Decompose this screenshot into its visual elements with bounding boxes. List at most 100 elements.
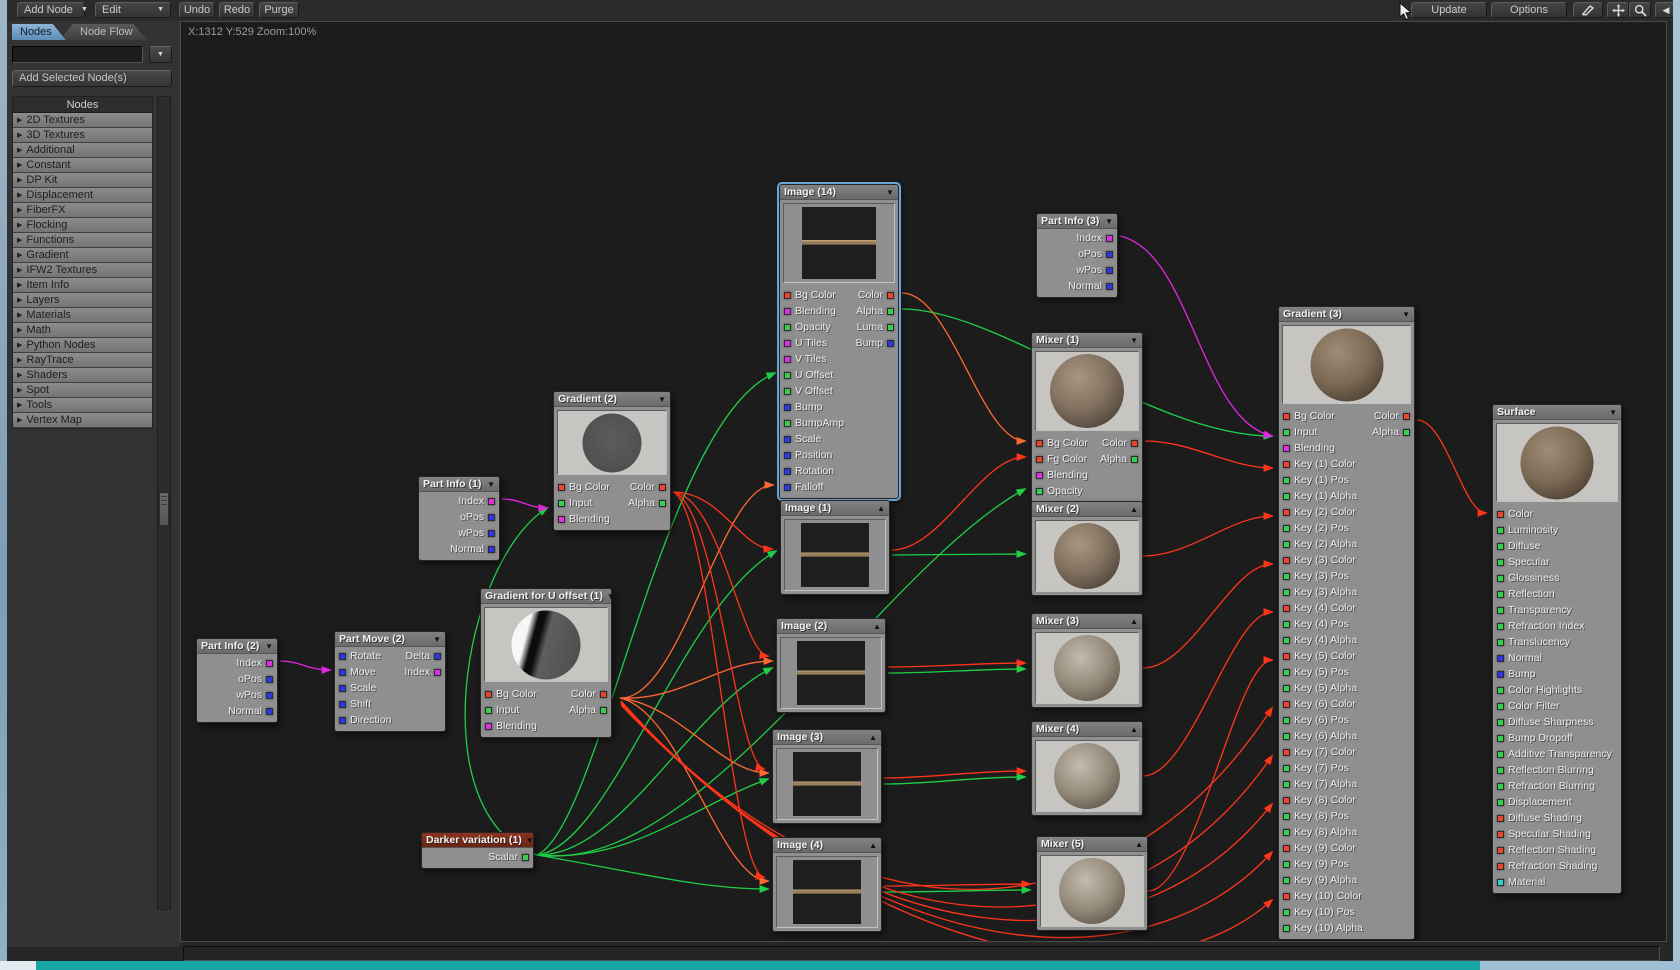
input-port-blending[interactable]	[485, 723, 492, 730]
node-title-bar[interactable]: Part Info (2)▼	[197, 639, 277, 654]
input-port-key-8-pos[interactable]	[1283, 813, 1290, 820]
sidebar-item-raytrace[interactable]: ▶RayTrace	[13, 353, 152, 368]
input-port-scale[interactable]	[339, 685, 346, 692]
input-port-u-offset[interactable]	[784, 372, 791, 379]
input-port-key-10-color[interactable]	[1283, 893, 1290, 900]
expand-node-icon[interactable]: ▲	[877, 504, 885, 513]
node-mixer-1[interactable]: Mixer (1)▼Bg ColorColorFg ColorAlphaBlen…	[1031, 332, 1143, 503]
expand-node-icon[interactable]: ▲	[1130, 505, 1138, 514]
node-image-3[interactable]: Image (3)▲	[772, 729, 882, 824]
collapse-node-icon[interactable]: ▼	[1105, 217, 1113, 226]
node-mixer-2[interactable]: Mixer (2)▲	[1031, 501, 1143, 596]
expand-node-icon[interactable]: ▲	[1135, 840, 1143, 849]
sidebar-item-ifw2-textures[interactable]: ▶IFW2 Textures	[13, 263, 152, 278]
output-port-luma[interactable]	[887, 324, 894, 331]
node-title-bar[interactable]: Gradient (2)▼	[554, 392, 670, 407]
input-port-reflection[interactable]	[1497, 591, 1504, 598]
input-port-diffuse-sharpness[interactable]	[1497, 719, 1504, 726]
input-port-bg-color[interactable]	[1283, 413, 1290, 420]
options-button[interactable]: Options	[1491, 2, 1567, 18]
input-port-bg-color[interactable]	[1036, 440, 1043, 447]
sidebar-item-2d-textures[interactable]: ▶2D Textures	[13, 113, 152, 128]
expand-node-icon[interactable]: ▲	[869, 841, 877, 850]
input-port-key-9-pos[interactable]	[1283, 861, 1290, 868]
input-port-key-4-alpha[interactable]	[1283, 637, 1290, 644]
add-selected-nodes-button[interactable]: Add Selected Node(s)	[12, 70, 172, 87]
collapse-node-icon[interactable]: ▼	[658, 395, 666, 404]
node-title-bar[interactable]: Image (1)▲	[781, 501, 889, 516]
output-port-delta[interactable]	[434, 653, 441, 660]
output-port-wpos[interactable]	[1106, 267, 1113, 274]
collapse-node-icon[interactable]: ▼	[487, 480, 495, 489]
node-title-bar[interactable]: Mixer (3)▲	[1032, 614, 1142, 629]
input-port-key-10-alpha[interactable]	[1283, 925, 1290, 932]
input-port-key-5-color[interactable]	[1283, 653, 1290, 660]
input-port-color[interactable]	[1497, 511, 1504, 518]
input-port-diffuse[interactable]	[1497, 543, 1504, 550]
input-port-input[interactable]	[1283, 429, 1290, 436]
input-port-opacity[interactable]	[784, 324, 791, 331]
input-port-shift[interactable]	[339, 701, 346, 708]
sidebar-item-displacement[interactable]: ▶Displacement	[13, 188, 152, 203]
node-surface[interactable]: Surface▼ColorLuminosityDiffuseSpecularGl…	[1492, 404, 1622, 894]
horizontal-scroll-track[interactable]	[183, 946, 1660, 961]
pan-tool-button[interactable]	[1607, 2, 1629, 18]
sidebar-item-layers[interactable]: ▶Layers	[13, 293, 152, 308]
output-port-alpha[interactable]	[600, 707, 607, 714]
node-gradient-u-offset-1[interactable]: Gradient for U offset (1)▼Bg ColorColorI…	[480, 588, 612, 738]
output-port-color[interactable]	[887, 292, 894, 299]
node-part-info-1[interactable]: Part Info (1)▼IndexoPoswPosNormal	[418, 476, 500, 561]
input-port-reflection-shading[interactable]	[1497, 847, 1504, 854]
sidebar-item-dp-kit[interactable]: ▶DP Kit	[13, 173, 152, 188]
input-port-key-7-alpha[interactable]	[1283, 781, 1290, 788]
input-port-position[interactable]	[784, 452, 791, 459]
input-port-translucency[interactable]	[1497, 639, 1504, 646]
tab-node-flow[interactable]: Node Flow	[60, 24, 147, 40]
output-port-color[interactable]	[600, 691, 607, 698]
sidebar-item-spot[interactable]: ▶Spot	[13, 383, 152, 398]
input-port-color-highlights[interactable]	[1497, 687, 1504, 694]
sidebar-item-fiberfx[interactable]: ▶FiberFX	[13, 203, 152, 218]
input-port-key-4-color[interactable]	[1283, 605, 1290, 612]
input-port-bg-color[interactable]	[485, 691, 492, 698]
sidebar-item-flocking[interactable]: ▶Flocking	[13, 218, 152, 233]
output-port-bump[interactable]	[887, 340, 894, 347]
input-port-input[interactable]	[485, 707, 492, 714]
input-port-direction[interactable]	[339, 717, 346, 724]
node-title-bar[interactable]: Image (14)▼	[780, 185, 898, 200]
node-image-4[interactable]: Image (4)▲	[772, 837, 882, 932]
node-title-bar[interactable]: Gradient for U offset (1)▼	[481, 589, 611, 604]
pen-tool-button[interactable]	[1573, 2, 1603, 18]
node-search-input[interactable]	[12, 46, 143, 63]
node-title-bar[interactable]: Darker variation (1)▼	[422, 833, 533, 848]
input-port-key-8-alpha[interactable]	[1283, 829, 1290, 836]
output-port-normal[interactable]	[266, 708, 273, 715]
node-part-info-3[interactable]: Part Info (3)▼IndexoPoswPosNormal	[1036, 213, 1118, 298]
node-part-move-2[interactable]: Part Move (2)▼RotateDeltaMoveIndexScaleS…	[334, 631, 446, 732]
add-node-dropdown[interactable]: Add Node ▼	[17, 2, 85, 18]
input-port-rotation[interactable]	[784, 468, 791, 475]
sidebar-item-python-nodes[interactable]: ▶Python Nodes	[13, 338, 152, 353]
input-port-input[interactable]	[558, 500, 565, 507]
input-port-key-2-alpha[interactable]	[1283, 541, 1290, 548]
node-mixer-5[interactable]: Mixer (5)▲	[1036, 836, 1148, 931]
node-graph-canvas[interactable]: Image (14)▼Bg ColorColorBlendingAlphaOpa…	[180, 21, 1667, 942]
input-port-blending[interactable]	[1283, 445, 1290, 452]
input-port-key-7-pos[interactable]	[1283, 765, 1290, 772]
expand-node-icon[interactable]: ▲	[869, 733, 877, 742]
input-port-key-2-pos[interactable]	[1283, 525, 1290, 532]
input-port-scale[interactable]	[784, 436, 791, 443]
input-port-key-6-pos[interactable]	[1283, 717, 1290, 724]
collapse-node-icon[interactable]: ▼	[1609, 408, 1617, 417]
input-port-fg-color[interactable]	[1036, 456, 1043, 463]
search-dropdown-button[interactable]: ▼	[149, 46, 172, 63]
output-port-normal[interactable]	[1106, 283, 1113, 290]
node-image-14[interactable]: Image (14)▼Bg ColorColorBlendingAlphaOpa…	[779, 184, 899, 499]
sidebar-item-additional[interactable]: ▶Additional	[13, 143, 152, 158]
node-title-bar[interactable]: Image (2)▲	[777, 619, 885, 634]
input-port-bg-color[interactable]	[558, 484, 565, 491]
node-part-info-2[interactable]: Part Info (2)▼IndexoPoswPosNormal	[196, 638, 278, 723]
input-port-displacement[interactable]	[1497, 799, 1504, 806]
sidebar-item-tools[interactable]: ▶Tools	[13, 398, 152, 413]
output-port-index[interactable]	[488, 498, 495, 505]
